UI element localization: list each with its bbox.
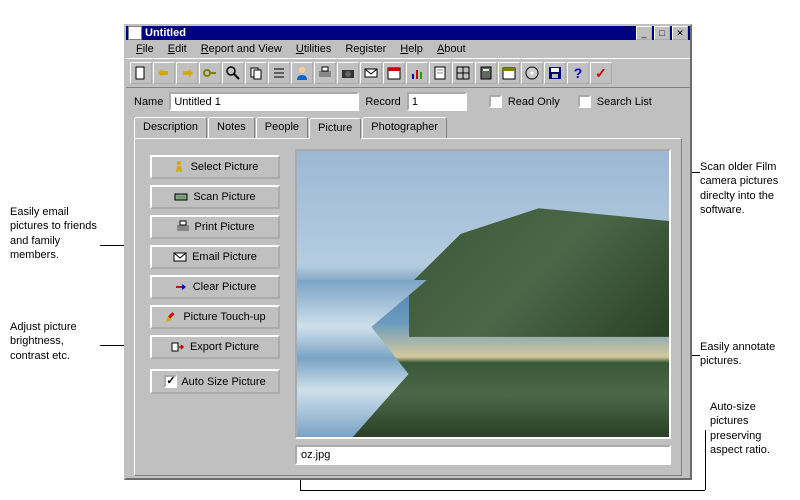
picture-area: oz.jpg [295,149,671,465]
minimize-button[interactable]: _ [636,26,652,40]
tool-new-icon[interactable] [130,62,152,84]
tool-check-icon[interactable]: ✓ [590,62,612,84]
clear-icon [174,280,188,294]
autosize-label: Auto Size Picture [181,376,265,388]
picture-buttons: Select Picture Scan Picture Print Pictur… [145,149,285,465]
menu-report[interactable]: Report and View [195,42,288,56]
searchlist-label: Search List [597,96,652,108]
annotation-scan: Scan older Film camera pictures direclty… [700,160,795,217]
export-picture-button[interactable]: Export Picture [150,335,280,359]
searchlist-checkbox[interactable] [578,95,591,108]
tool-grid-icon[interactable] [452,62,474,84]
tool-key-icon[interactable] [199,62,221,84]
touchup-picture-button[interactable]: Picture Touch-up [150,305,280,329]
picture-preview[interactable] [295,149,671,439]
app-icon [128,26,142,40]
tool-find-icon[interactable] [222,62,244,84]
person-run-icon [172,160,186,174]
menu-utilities[interactable]: Utilities [290,42,337,56]
titlebar: Untitled _ □ ✕ [126,26,690,40]
tool-hand-right-icon[interactable] [176,62,198,84]
annotation-adjust: Adjust picture brightness, contrast etc. [10,320,100,363]
tab-photographer[interactable]: Photographer [362,117,447,138]
tool-chart-icon[interactable] [406,62,428,84]
tab-panel: Description Notes People Picture Photogr… [134,117,682,476]
menubar: File Edit Report and View Utilities Regi… [126,40,690,58]
tool-printer-icon[interactable] [314,62,336,84]
scanner-icon [174,190,188,204]
tab-description[interactable]: Description [134,117,207,138]
menu-about[interactable]: About [431,42,472,56]
tab-notes[interactable]: Notes [208,117,255,138]
menu-register[interactable]: Register [339,42,392,56]
pencil-icon [164,310,178,324]
print-picture-button[interactable]: Print Picture [150,215,280,239]
readonly-checkbox[interactable] [489,95,502,108]
close-button[interactable]: ✕ [672,26,688,40]
tool-hand-left-icon[interactable] [153,62,175,84]
tool-help-icon[interactable]: ? [567,62,589,84]
export-icon [171,340,185,354]
menu-help[interactable]: Help [394,42,429,56]
filename-field[interactable]: oz.jpg [295,445,671,465]
envelope-icon [173,250,187,264]
scan-picture-button[interactable]: Scan Picture [150,185,280,209]
tool-calendar-icon[interactable] [383,62,405,84]
tool-cd-icon[interactable] [521,62,543,84]
tab-content: Select Picture Scan Picture Print Pictur… [134,138,682,476]
tool-envelope-icon[interactable] [360,62,382,84]
maximize-button[interactable]: □ [654,26,670,40]
tab-picture[interactable]: Picture [309,118,361,139]
menu-file[interactable]: File [130,42,160,56]
record-input[interactable] [407,92,467,111]
clear-picture-button[interactable]: Clear Picture [150,275,280,299]
app-window: Untitled _ □ ✕ File Edit Report and View… [124,24,692,480]
printer-icon [176,220,190,234]
tool-copy-icon[interactable] [245,62,267,84]
menu-edit[interactable]: Edit [162,42,193,56]
autosize-row: Auto Size Picture [150,369,280,394]
tool-report-icon[interactable] [429,62,451,84]
tool-person-icon[interactable] [291,62,313,84]
readonly-label: Read Only [508,96,560,108]
tool-list-icon[interactable] [268,62,290,84]
annotation-email: Easily email pictures to friends and fam… [10,205,100,262]
record-bar: Name Record Read Only Search List [126,88,690,115]
tab-people[interactable]: People [256,117,308,138]
select-picture-button[interactable]: Select Picture [150,155,280,179]
record-label: Record [365,96,400,108]
tool-calc-icon[interactable] [475,62,497,84]
tool-save-icon[interactable] [544,62,566,84]
annotation-annotate: Easily annotate pictures. [700,340,790,369]
email-picture-button[interactable]: Email Picture [150,245,280,269]
autosize-checkbox[interactable] [164,375,177,388]
toolbar: ? ✓ [126,58,690,88]
window-title: Untitled [145,27,634,39]
tool-camera-icon[interactable] [337,62,359,84]
name-input[interactable] [169,92,359,111]
tool-date-icon[interactable] [498,62,520,84]
annotation-autosize: Auto-size pictures preserving aspect rat… [710,400,790,457]
name-label: Name [134,96,163,108]
